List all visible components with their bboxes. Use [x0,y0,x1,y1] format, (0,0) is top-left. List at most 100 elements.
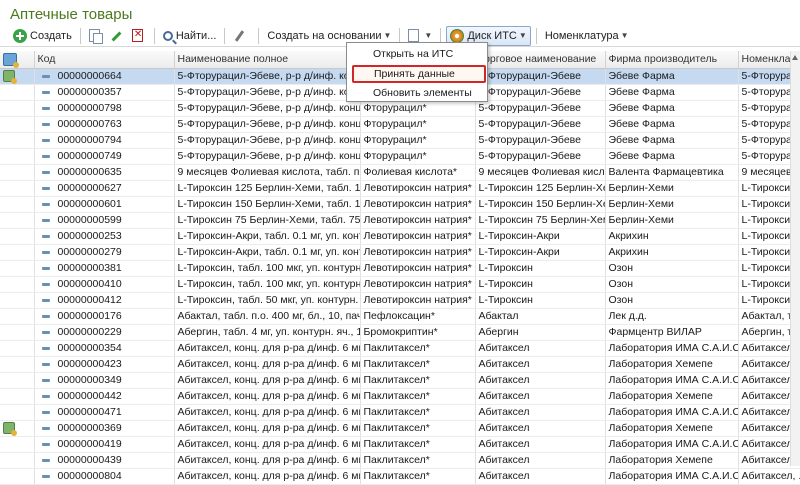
table-row[interactable]: 00000000635 9 месяцев Фолиевая кислота, т… [0,164,800,181]
code-text: 00000000253 [57,230,122,242]
cell-manufacturer: Лек д.д. [605,308,739,325]
cell-code: 00000000794 [34,132,175,149]
table-row[interactable]: 00000000763 5-Фторурацил-Эбеве, р-р д/инф… [0,116,800,133]
title-bar: Аптечные товары [0,0,800,26]
table-row[interactable]: 00000000176 Абактал, табл. п.о. 400 мг, б… [0,308,800,325]
code-text: 00000000804 [57,470,122,482]
vertical-scrollbar[interactable] [790,51,800,466]
cell-inn: Пефлоксацин* [360,308,476,325]
table-row[interactable]: 00000000349 Абитаксел, конц. для р-ра д/и… [0,372,800,389]
cell-inn: Левотироксин натрия* [360,260,476,277]
cell-inn: Левотироксин натрия* [360,228,476,245]
find-button[interactable]: Найти... [160,26,220,46]
scroll-up-arrow-icon[interactable] [791,52,799,64]
cell-trade-name: L-Тироксин [475,260,606,277]
column-header-manufacturer[interactable]: Фирма производитель [605,51,739,69]
toolbar-separator [224,27,226,44]
table-row[interactable]: 00000000601 L-Тироксин 150 Берлин-Хеми, т… [0,196,800,213]
cell-code: 00000000176 [34,308,175,325]
element-marker-icon [41,394,50,398]
menu-item-open-its[interactable]: Открыть на ИТС [353,47,483,61]
edit-button[interactable] [106,26,129,46]
table-row[interactable]: 00000000749 5-Фторурацил-Эбеве, р-р д/инф… [0,148,800,165]
cell-manufacturer: Эбеве Фарма [605,148,739,165]
table-row[interactable]: 00000000798 5-Фторурацил-Эбеве, р-р д/инф… [0,100,800,117]
code-text: 00000000794 [57,134,122,146]
nomenclature-label: Номенклатура [544,29,619,42]
table-row[interactable]: 00000000442 Абитаксел, конц. для р-ра д/и… [0,388,800,405]
page-title: Аптечные товары [10,6,133,23]
cell-code: 00000000354 [34,340,175,357]
cell-full-name: 5-Фторурацил-Эбеве, р-р д/инф. концент..… [174,68,361,85]
table-row[interactable]: 00000000627 L-Тироксин 125 Берлин-Хеми, т… [0,180,800,197]
table-row[interactable]: 00000000794 5-Фторурацил-Эбеве, р-р д/инф… [0,132,800,149]
code-text: 00000000664 [57,70,122,82]
element-marker-icon [41,298,50,302]
menu-item-update-elements[interactable]: Обновить элементы [353,86,483,100]
cell-manufacturer: Берлин-Хеми [605,180,739,197]
cell-code: 00000000229 [34,324,175,341]
element-marker-icon [41,138,50,142]
table-row[interactable]: 00000000381 L-Тироксин, табл. 100 мкг, уп… [0,260,800,277]
table-row[interactable]: 00000000354 Абитаксел, конц. для р-ра д/и… [0,340,800,357]
cell-inn: Паклитаксел* [360,436,476,453]
nomenclature-button[interactable]: Номенклатура ▼ [542,26,632,46]
cell-full-name: L-Тироксин 125 Берлин-Хеми, табл. 125 ..… [174,180,361,197]
row-icon-cell [0,436,35,453]
cell-code: 00000000627 [34,180,175,197]
create-button[interactable]: Создать [10,26,75,46]
column-header-trade-name[interactable]: Торговое наименование [475,51,606,69]
table-row[interactable]: 00000000599 L-Тироксин 75 Берлин-Хеми, та… [0,212,800,229]
table-row[interactable]: 00000000471 Абитаксел, конц. для р-ра д/и… [0,404,800,421]
row-icon-cell [0,404,35,421]
cell-code: 00000000419 [34,436,175,453]
cell-full-name: L-Тироксин 75 Берлин-Хеми, табл. 75 мкг.… [174,212,361,229]
cell-manufacturer: Эбеве Фарма [605,116,739,133]
table-row[interactable]: 00000000253 L-Тироксин-Акри, табл. 0.1 мг… [0,228,800,245]
cell-manufacturer: Берлин-Хеми [605,196,739,213]
cell-full-name: Абитаксел, конц. для р-ра д/инф. 6 мг/м.… [174,340,361,357]
row-icon-cell [0,388,35,405]
code-text: 00000000798 [57,102,122,114]
cell-manufacturer: Эбеве Фарма [605,68,739,85]
header-icon-cell[interactable] [0,51,35,69]
document-icon [408,29,420,42]
cell-inn: Паклитаксел* [360,356,476,373]
chevron-down-icon: ▼ [620,31,629,40]
code-text: 00000000627 [57,182,122,194]
hierarchy-icon [3,70,17,83]
cell-inn: Фторурацил* [360,116,476,133]
delete-button[interactable] [129,26,149,46]
cell-full-name: Абитаксел, конц. для р-ра д/инф. 6 мг/м.… [174,468,361,485]
column-header-full-name[interactable]: Наименование полное [174,51,361,69]
table-row[interactable]: 00000000279 L-Тироксин-Акри, табл. 0.1 мг… [0,244,800,261]
table-row[interactable]: 00000000419 Абитаксел, конц. для р-ра д/и… [0,436,800,453]
cell-trade-name: 5-Фторурацил-Эбеве [475,148,606,165]
table-row[interactable]: 00000000804 Абитаксел, конц. для р-ра д/и… [0,468,800,485]
copy-button[interactable] [86,26,106,46]
column-header-code[interactable]: Код [34,51,175,69]
row-icon-cell [0,132,35,149]
toolbar-separator [258,27,260,44]
row-icon-cell [0,84,35,101]
cell-manufacturer: Лаборатория ИМА С.А.И.С. [605,404,739,421]
table-row[interactable]: 00000000369 Абитаксел, конц. для р-ра д/и… [0,420,800,437]
code-text: 00000000471 [57,406,122,418]
table-row[interactable]: 00000000412 L-Тироксин, табл. 50 мкг, уп.… [0,292,800,309]
plus-icon [13,28,27,43]
menu-item-accept-data[interactable]: Принять данные [352,65,486,83]
cell-trade-name: Абитаксел [475,340,606,357]
clear-filter-button[interactable] [230,26,253,46]
table-row[interactable]: 00000000229 Абергин, табл. 4 мг, уп. конт… [0,324,800,341]
cell-trade-name: 5-Фторурацил-Эбеве [475,68,606,85]
table-row[interactable]: 00000000423 Абитаксел, конц. для р-ра д/и… [0,356,800,373]
cell-manufacturer: Озон [605,260,739,277]
row-icon-cell [0,196,35,213]
table-row[interactable]: 00000000410 L-Тироксин, табл. 100 мкг, уп… [0,276,800,293]
cell-full-name: 9 месяцев Фолиевая кислота, табл. п.п.о.… [174,164,361,181]
cell-code: 00000000442 [34,388,175,405]
cell-full-name: 5-Фторурацил-Эбеве, р-р д/инф. концент..… [174,132,361,149]
row-icon-cell [0,260,35,277]
cell-trade-name: L-Тироксин 125 Берлин-Хеми [475,180,606,197]
element-marker-icon [41,282,50,286]
